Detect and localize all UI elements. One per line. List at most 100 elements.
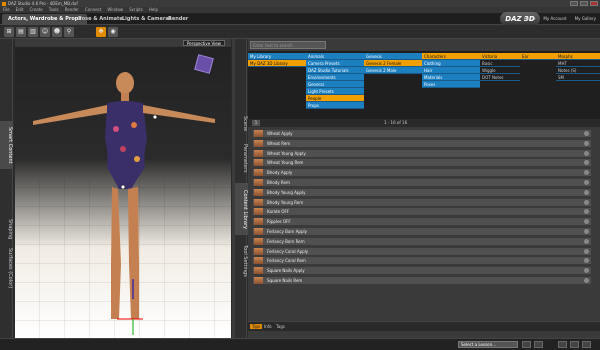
tab-content-library[interactable]: Content Library [235,183,248,235]
maximize-button[interactable] [580,1,588,6]
folder-item[interactable]: Basic [480,60,520,67]
folder-item[interactable]: My DAZ 3D Library [248,60,306,67]
folder-item[interactable]: Genesis 2 Female [364,60,422,67]
asset-label: Bhody Young Rem [267,199,304,205]
folder-item[interactable]: Ear [520,53,556,60]
folder-item[interactable]: People [306,95,364,102]
folder-item[interactable]: Camera Presets [306,60,364,67]
search-input[interactable]: Enter text to search [250,41,326,49]
folder-item[interactable]: Hair [422,67,480,74]
tab-render[interactable]: Render [162,14,194,25]
folder-item[interactable]: Poses [422,81,480,88]
folder-item[interactable]: Animals [306,53,364,60]
expand-icon[interactable] [584,199,589,205]
folder-item[interactable]: Wiggle [480,67,520,74]
list-item[interactable]: Bhody Young Rem [252,197,592,207]
folder-item[interactable]: MHT [556,60,600,67]
lesson-play-button[interactable] [558,341,567,348]
tab-scene[interactable]: Scene [235,113,248,135]
list-item[interactable]: Ferlancy Coral Rem [252,256,592,266]
render-icon[interactable]: ◉ [108,27,118,37]
list-item[interactable]: Ferlancy Barn Apply [252,226,592,236]
save-icon[interactable]: ▥ [28,27,38,37]
folder-item[interactable]: Clothing [422,60,480,67]
list-item[interactable]: Bhody Apply [252,168,592,178]
folder-item[interactable]: Characters [422,53,480,60]
lesson-stop-button[interactable] [570,341,579,348]
folder-item[interactable]: Materials [422,74,480,81]
tab-tool-settings[interactable]: Tool Settings [235,239,248,283]
folder-item[interactable]: DAZ Studio Tutorials [306,67,364,74]
lesson-dropdown[interactable]: Select a Lesson... [458,341,518,348]
list-item[interactable]: Ripples OFF [252,217,592,227]
list-item[interactable]: Karate OFF [252,207,592,217]
folder-item[interactable]: Morphs [556,53,600,60]
lesson-close-button[interactable] [582,341,591,348]
folder-item[interactable]: My Library [248,53,306,60]
expand-icon[interactable] [584,160,589,166]
expand-icon[interactable] [584,248,589,254]
expand-icon[interactable] [584,258,589,264]
list-item[interactable]: Square Nails Rem [252,275,592,285]
figure-save-icon[interactable]: ⚲ [64,27,74,37]
expand-icon[interactable] [584,189,589,195]
expand-icon[interactable] [584,140,589,146]
expand-icon[interactable] [584,228,589,234]
expand-icon[interactable] [584,238,589,244]
folder-item[interactable]: Environments [306,74,364,81]
list-item[interactable]: Ferlancy Coral Apply [252,246,592,256]
universal-tool-icon[interactable]: ✥ [96,27,106,37]
expand-icon[interactable] [584,219,589,225]
open-file-icon[interactable]: ▤ [16,27,26,37]
list-item[interactable]: Bhody Rem [252,177,592,187]
tab-tips[interactable]: Tips [250,324,263,329]
expand-icon[interactable] [584,277,589,283]
new-scene-icon[interactable]: ⊞ [4,27,14,37]
tab-parameters[interactable]: Parameters [235,137,248,179]
list-item[interactable]: Square Nails Apply [252,266,592,276]
lesson-prev-button[interactable] [522,341,531,348]
expand-icon[interactable] [584,268,589,274]
tab-shaping[interactable]: Shaping [0,215,13,243]
link-my-account[interactable]: My Account [543,16,566,21]
list-item[interactable]: Wheat Apply [252,129,592,138]
list-item[interactable]: Ferlancy Barn Rem [252,236,592,246]
expand-icon[interactable] [584,131,589,136]
app-icon [2,1,6,6]
tab-surfaces-color[interactable]: Surfaces (Color) [0,245,13,291]
tab-info[interactable]: Info [262,324,274,329]
link-home[interactable]: Home [524,16,536,21]
folder-item[interactable]: Notes (S) [556,67,600,74]
figure-merge-icon[interactable]: ☻ [52,27,62,37]
list-item[interactable]: Wheat Rem [252,138,592,148]
folder-item[interactable]: Victoria [480,53,520,60]
lesson-next-button[interactable] [534,341,543,348]
tab-tags[interactable]: Tags [274,324,287,329]
close-button[interactable] [590,1,598,6]
asset-thumbnail [254,276,263,284]
link-my-gallery[interactable]: My Gallery [575,16,596,21]
figure-load-icon[interactable]: ☺ [40,27,50,37]
folder-item[interactable]: Genesis 2 Male [364,67,422,74]
asset-thumbnail [254,178,263,186]
3d-viewport[interactable]: Perspective View [15,39,231,338]
expand-icon[interactable] [584,150,589,156]
tab-smart-content[interactable]: Smart Content [0,121,13,169]
minimize-button[interactable] [570,1,578,6]
folder-item[interactable]: SM [556,74,600,81]
page-number[interactable]: 1 [252,120,260,126]
figure-model[interactable] [15,39,231,338]
list-item[interactable]: Wheat Young Apply [252,148,592,158]
folder-item[interactable]: General [306,81,364,88]
list-item[interactable]: Bhody Young Apply [252,187,592,197]
asset-label: Wheat Apply [267,131,293,136]
folder-item[interactable]: DOT Notes [480,74,520,81]
folder-item[interactable]: Light Presets [306,88,364,95]
expand-icon[interactable] [584,209,589,215]
expand-icon[interactable] [584,179,589,185]
list-item[interactable]: Wheat Young Rem [252,158,592,168]
expand-icon[interactable] [584,170,589,176]
folder-item[interactable]: Props [306,102,364,109]
asset-label: Ripples OFF [267,219,291,225]
folder-item[interactable]: Genesis [364,53,422,60]
